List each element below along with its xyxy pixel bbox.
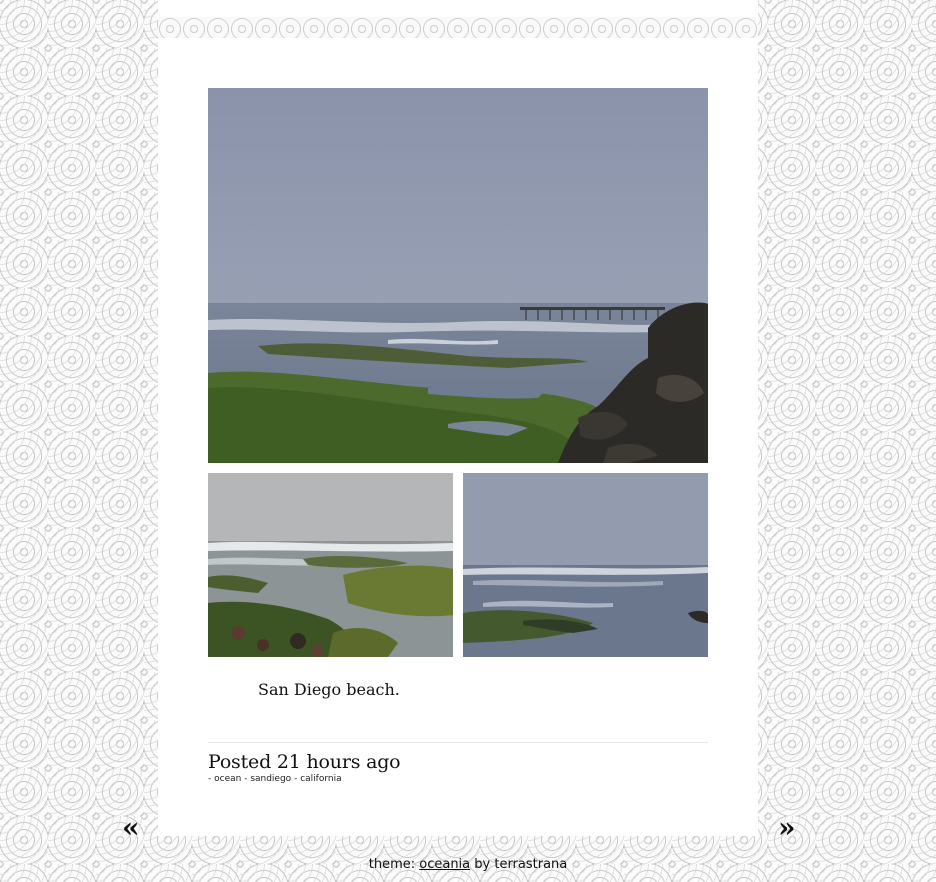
tag-link-california[interactable]: california <box>300 774 341 784</box>
photo-left-image <box>208 473 453 657</box>
theme-credit: theme: oceania by terrastrana <box>0 857 936 872</box>
next-page-arrow[interactable]: » <box>778 814 796 842</box>
post-tags: - ocean - sandiego - california <box>208 774 342 784</box>
post-timestamp[interactable]: Posted 21 hours ago <box>208 751 401 773</box>
tag-separator: - <box>291 774 301 784</box>
tag-link-sandiego[interactable]: sandiego <box>250 774 291 784</box>
photo-main[interactable] <box>208 88 708 463</box>
tag-separator: - <box>241 774 251 784</box>
theme-link[interactable]: oceania <box>419 857 470 872</box>
post-divider <box>208 742 708 743</box>
post-caption: San Diego beach. <box>258 680 400 699</box>
theme-credit-suffix: by terrastrana <box>470 857 568 872</box>
theme-credit-prefix: theme: <box>368 857 420 872</box>
photo-main-image <box>208 88 708 463</box>
photo-right-image <box>463 473 708 657</box>
panel-pattern-strip <box>158 17 758 38</box>
tag-link-ocean[interactable]: ocean <box>214 774 241 784</box>
photo-right[interactable] <box>463 473 708 657</box>
previous-page-arrow[interactable]: « <box>122 814 140 842</box>
photo-left[interactable] <box>208 473 453 657</box>
